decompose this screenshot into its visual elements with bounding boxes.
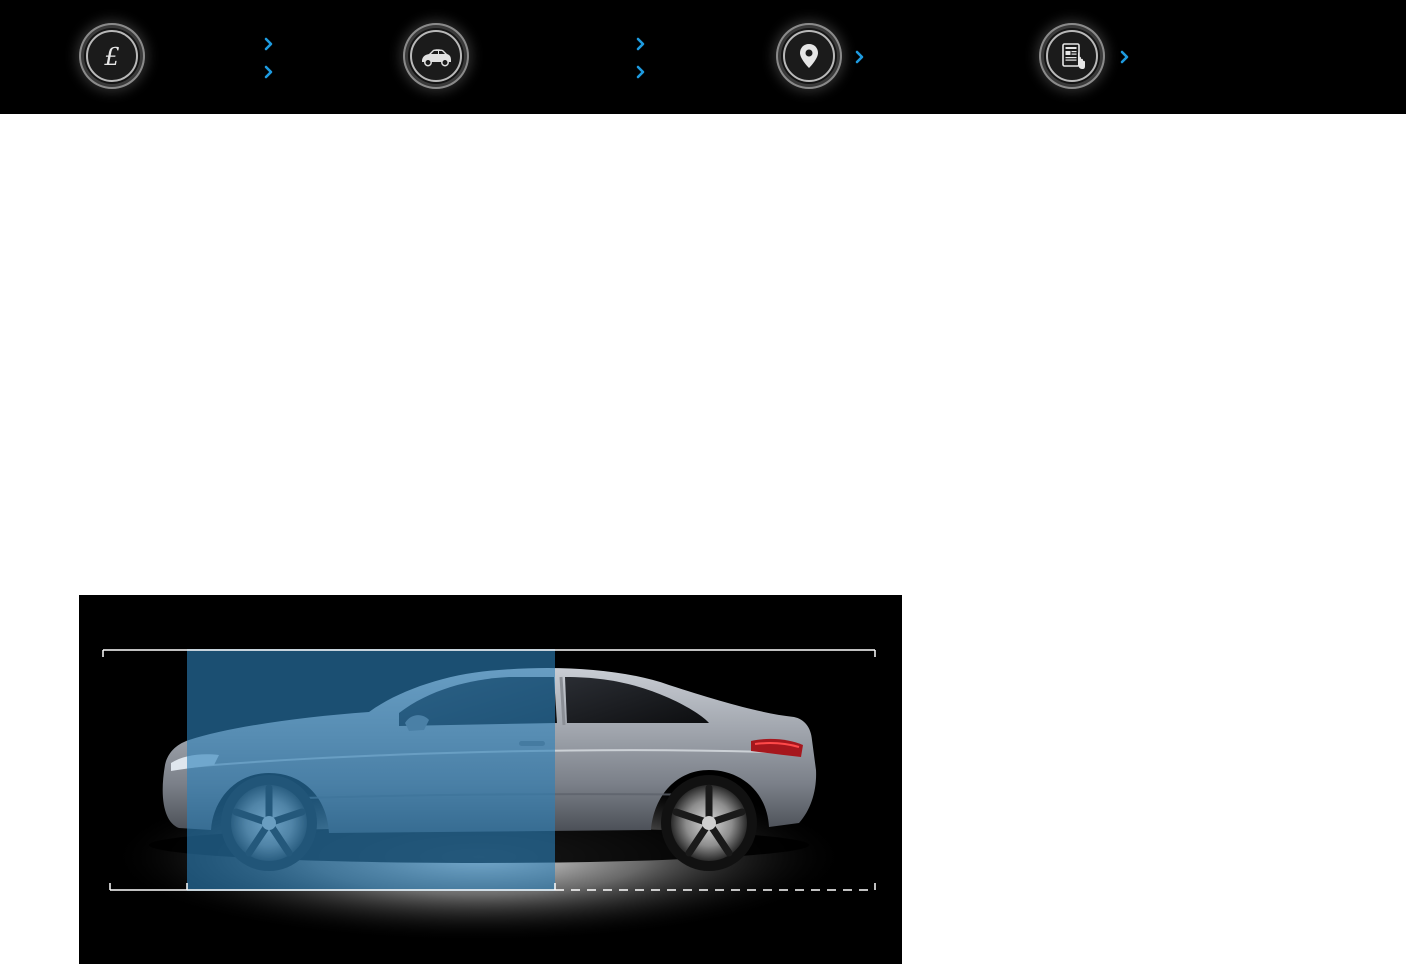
svg-text:£: £: [103, 43, 119, 71]
chevron-right-icon[interactable]: [634, 65, 648, 79]
rear-wheel: [661, 775, 757, 871]
pound-sign-icon[interactable]: £: [79, 23, 145, 89]
news-tablet-icon[interactable]: [1039, 23, 1105, 89]
chevron-right-icon[interactable]: [1118, 50, 1132, 64]
car-side-profile-illustration: [102, 649, 876, 942]
chevron-right-icon[interactable]: [262, 65, 276, 79]
top-navigation-bar: £: [0, 0, 1406, 114]
highlight-overlay: [187, 649, 555, 891]
car-icon[interactable]: [403, 23, 469, 89]
car-dimensions-image: [79, 595, 902, 964]
location-pin-icon[interactable]: [776, 23, 842, 89]
chevron-right-icon[interactable]: [262, 37, 276, 51]
chevron-right-icon[interactable]: [634, 37, 648, 51]
chevron-right-icon[interactable]: [853, 50, 867, 64]
